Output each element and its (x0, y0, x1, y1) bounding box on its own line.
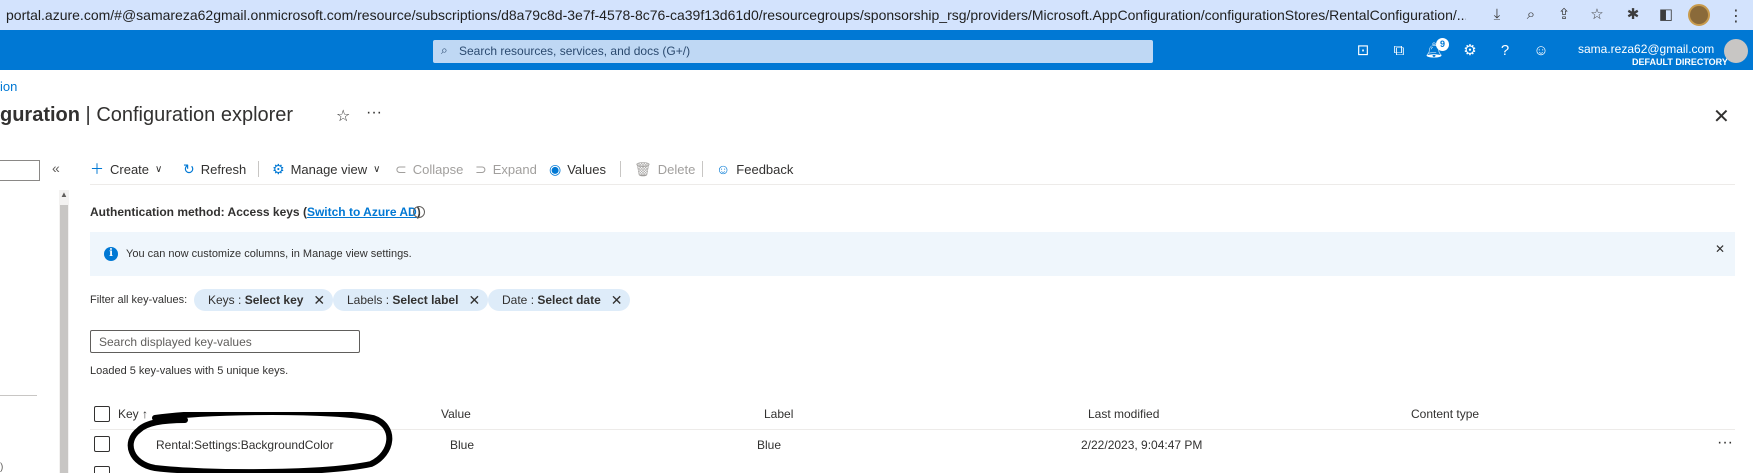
chevron-down-icon: ∨ (155, 163, 163, 175)
filter-label: Filter all key-values: (90, 294, 188, 306)
search-icon: ⌕ (441, 43, 448, 57)
share-icon[interactable]: ⇪ (1555, 6, 1573, 24)
remove-filter-icon[interactable]: ✕ (313, 292, 325, 309)
favorite-star-icon[interactable]: ☆ (336, 106, 350, 126)
kv-search-box[interactable] (90, 330, 360, 353)
filter-pill-date[interactable]: Date : Select date ✕ (488, 289, 631, 311)
browser-profile-avatar[interactable] (1688, 4, 1710, 26)
loaded-status: Loaded 5 key-values with 5 unique keys. (90, 365, 289, 377)
page-title-blade: Configuration explorer (96, 104, 294, 126)
delete-button[interactable]: 🗑︎ Delete (634, 158, 695, 180)
remove-filter-icon[interactable]: ✕ (611, 292, 623, 309)
settings-gear-icon[interactable]: ⚙ (1460, 41, 1480, 61)
eye-icon: ◉ (549, 160, 562, 177)
info-icon[interactable]: i (413, 206, 425, 218)
page-title-separator: | (80, 104, 97, 126)
trash-icon: 🗑︎ (634, 160, 652, 177)
column-header-content-type[interactable]: Content type (1411, 407, 1479, 421)
manage-view-button[interactable]: ⚙ Manage view ∨ (272, 158, 381, 180)
sidebar-item-fragment[interactable]: ) (0, 462, 3, 473)
feedback-icon[interactable]: ☺ (1531, 41, 1551, 61)
user-directory: DEFAULT DIRECTORY (1632, 57, 1728, 67)
create-button[interactable]: ＋ Create ∨ (90, 158, 162, 180)
table-cell-value: Blue (450, 438, 475, 452)
collapse-icon: ⊂ (395, 160, 407, 177)
more-options-icon[interactable]: ··· (366, 104, 382, 122)
close-icon[interactable]: ✕ (1715, 242, 1725, 256)
browser-address-bar: portal.azure.com/#@samareza62gmail.onmic… (0, 0, 1753, 30)
column-header-label[interactable]: Label (764, 407, 793, 421)
screen: portal.azure.com/#@samareza62gmail.onmic… (0, 0, 1753, 473)
refresh-button[interactable]: ↻ Refresh (183, 158, 246, 180)
filter-pill-keys[interactable]: Keys : Select key ✕ (194, 289, 334, 311)
scroll-up-arrow-icon[interactable]: ▲ (60, 190, 68, 199)
breadcrumb[interactable]: ion (0, 79, 17, 94)
info-banner: i You can now customize columns, in Mana… (90, 232, 1735, 276)
extensions-icon[interactable]: ✱ (1624, 6, 1642, 24)
row-more-options-icon[interactable]: ··· (1717, 434, 1733, 452)
sidebar-divider (0, 395, 37, 396)
collapse-button[interactable]: ⊂ Collapse (395, 158, 463, 180)
browser-url[interactable]: portal.azure.com/#@samareza62gmail.onmic… (6, 7, 1466, 23)
directory-filter-icon[interactable]: ⧉ (1389, 41, 1409, 61)
azure-top-bar: ⌕ Search resources, services, and docs (… (0, 30, 1753, 70)
column-header-last-modified[interactable]: Last modified (1088, 407, 1159, 421)
chevron-down-icon: ∨ (373, 163, 381, 175)
column-header-value[interactable]: Value (441, 407, 471, 421)
feedback-button[interactable]: ☺ Feedback (716, 158, 793, 180)
browser-menu-icon[interactable]: ⋮ (1728, 6, 1744, 26)
side-panel-icon[interactable]: ◧ (1657, 6, 1675, 24)
toolbar-separator (258, 161, 259, 177)
expand-icon: ⊃ (475, 160, 487, 177)
plus-icon: ＋ (90, 161, 104, 177)
install-icon[interactable]: ⤓ (1488, 6, 1506, 24)
auth-method: Authentication method: Access keys (Swit… (90, 205, 421, 219)
cloud-shell-icon[interactable]: ⊡ (1353, 41, 1373, 61)
remove-filter-icon[interactable]: ✕ (468, 292, 480, 309)
expand-button[interactable]: ⊃ Expand (475, 158, 537, 180)
gear-icon: ⚙ (272, 160, 285, 177)
switch-to-azure-ad-link[interactable]: Switch to Azure AD (307, 205, 417, 219)
filter-pill-labels[interactable]: Labels : Select label ✕ (333, 289, 489, 311)
page-title: guration | Configuration explorer (0, 104, 293, 127)
values-button[interactable]: ◉ Values (549, 158, 606, 180)
row-checkbox[interactable] (94, 436, 110, 452)
bookmark-star-icon[interactable]: ☆ (1588, 6, 1606, 24)
toolbar-divider (90, 184, 1735, 185)
global-search-placeholder: Search resources, services, and docs (G+… (459, 44, 691, 58)
table-cell-last-modified: 2/22/2023, 9:04:47 PM (1081, 438, 1203, 452)
banner-text: You can now customize columns, in Manage… (126, 248, 412, 260)
close-blade-icon[interactable]: ✕ (1713, 104, 1730, 129)
help-icon[interactable]: ? (1495, 41, 1515, 61)
user-avatar[interactable] (1724, 39, 1748, 63)
user-email[interactable]: sama.reza62@gmail.com (1578, 42, 1714, 56)
toolbar-separator (702, 161, 703, 177)
toolbar-separator (620, 161, 621, 177)
zoom-icon[interactable]: ⌕ (1522, 6, 1540, 24)
select-all-checkbox[interactable] (94, 406, 110, 422)
page-title-resource: guration (0, 104, 80, 126)
info-icon: i (104, 247, 118, 261)
kv-search-input[interactable] (91, 331, 359, 352)
row-checkbox[interactable] (94, 466, 110, 473)
refresh-icon: ↻ (183, 160, 195, 177)
annotation-circle (127, 412, 393, 473)
sidebar-search-input[interactable] (0, 160, 40, 181)
table-cell-label: Blue (757, 438, 782, 452)
notification-count-badge: 9 (1436, 38, 1449, 51)
collapse-sidebar-icon[interactable]: « (52, 160, 60, 176)
feedback-person-icon: ☺ (716, 161, 731, 177)
global-search[interactable]: ⌕ Search resources, services, and docs (… (433, 40, 1153, 63)
sidebar-scroll-thumb[interactable] (60, 205, 68, 473)
